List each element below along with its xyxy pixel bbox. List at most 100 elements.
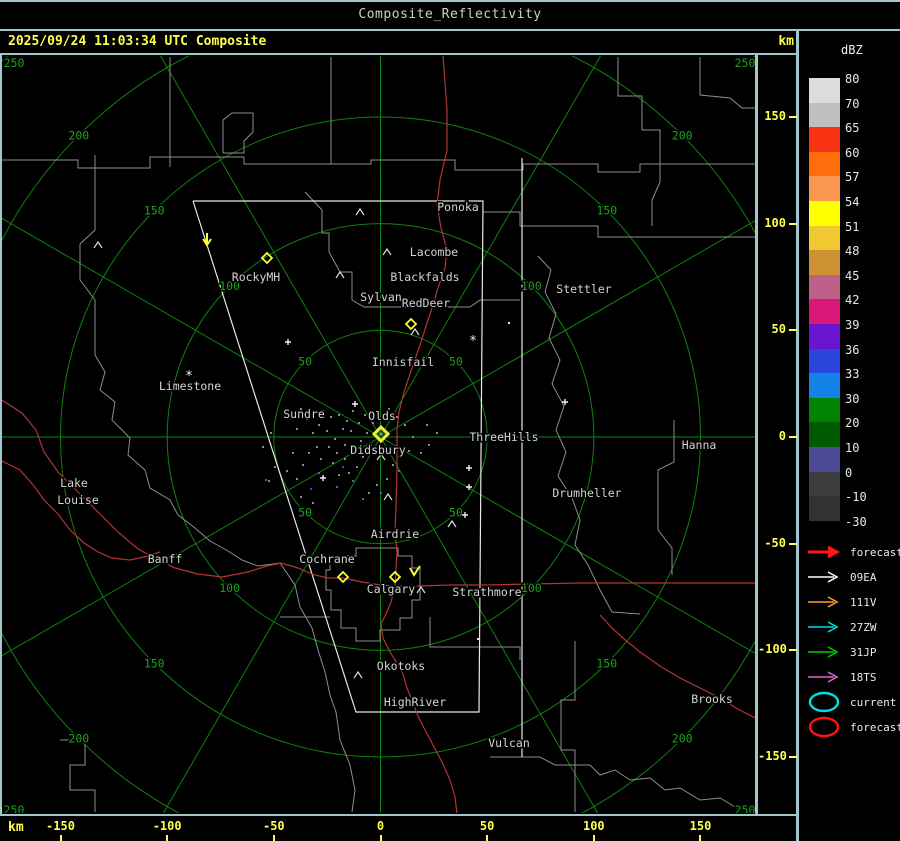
echo-dot [296,478,298,480]
echo-dot [316,446,318,448]
city-label: Stettler [556,282,611,296]
echo-dot [386,478,388,480]
county-boundary [79,155,96,355]
county-boundary [617,57,661,226]
radar-center-dot [379,432,383,436]
echo-dot [332,462,334,464]
echo-dot [348,472,350,474]
range-ring-label: 200 [672,128,693,142]
x-tick-mark [486,835,489,841]
y-tick-label: -100 [758,642,787,657]
y-tick-mark [789,649,797,652]
city-label: Banff [148,552,183,566]
range-ring-label: 50 [449,355,463,369]
plus-marker [466,465,472,471]
plus-marker [352,401,358,407]
colorbar-value-label: 0 [845,465,853,480]
colorbar-band [809,373,840,398]
legend-arrow-icon [808,621,839,633]
city-label: Vulcan [488,736,530,750]
range-ring-label: 250 [735,803,755,813]
y-tick-mark [789,542,797,545]
y-tick-mark [789,436,797,438]
caret-marker [93,240,103,249]
colorbar-value-label: 80 [845,72,860,86]
caret-marker [383,492,393,501]
legend-item: 31JP [806,643,877,661]
range-ring-label: 100 [521,279,542,293]
echo-dot [376,484,378,486]
colorbar-value-label: -30 [845,514,867,529]
county-boundary [222,112,254,154]
city-label: Hanna [682,438,717,452]
echo-dot [366,432,368,434]
echo-dot [302,464,304,466]
city-label: Didsbury [350,443,405,457]
echo-dot [426,424,428,426]
x-tick-mark [272,835,275,841]
echo-dot [344,458,346,460]
echo-dot [398,470,400,472]
echo-dot [508,322,510,324]
radar-map[interactable]: 5050505010010010010015015015015020020020… [2,56,755,813]
city-label: Olds [368,409,396,423]
legend-arrow-icon [808,545,841,559]
range-ring-label: 250 [735,56,755,70]
colorbar-value-label: 10 [845,441,860,455]
echo-dot [408,450,410,452]
x-tick-mark [592,835,595,841]
radial-line [2,217,381,438]
echo-dot [380,492,382,494]
colorbar-band [809,250,840,275]
radial-line [380,436,755,654]
echo-dot [342,428,344,430]
city-label: Blackfalds [390,270,459,284]
radial-line [2,436,381,657]
city-label: RedDeer [402,296,451,310]
echo-dot [342,466,344,468]
range-ring-label: 150 [596,204,617,218]
legend-item-label: 31JP [850,645,877,659]
county-boundary [560,641,576,812]
colorbar-value-label: 30 [845,391,860,406]
radar-site-marker [336,570,350,584]
echo-dot [338,414,340,416]
echo-dot [292,452,294,454]
colorbar-value-label: 48 [845,244,860,259]
colorbar-band [809,299,840,324]
caret-marker [382,247,392,256]
city-label: Lake [60,476,88,490]
city-label: Cochrane [299,552,354,566]
x-tick-label: -50 [262,819,285,833]
colorbar-legend-panel: dBZ 80 70 65 60 57 54 51 48 45 42 39 36 33 30 20 10 0 -10… [800,30,900,841]
x-axis: km -150 -100 -50 0 50 100 150 [0,815,798,841]
colorbar-band [809,127,840,152]
legend-ellipse-icon [808,691,840,713]
y-tick-mark [789,116,797,118]
range-ring-label: 150 [596,656,617,670]
county-boundary [429,617,521,660]
x-tick-mark [699,835,702,841]
echo-dot [364,414,366,416]
city-label: Ponoka [437,200,479,214]
city-label: Calgary [367,582,416,596]
legend-item: 09EA [806,568,877,586]
x-tick-label: 0 [376,819,385,833]
echo-dot [346,420,348,422]
echo-dot [328,446,330,448]
echo-dot [428,444,430,446]
legend-arrow-icon [808,596,839,608]
colorbar-band [809,151,840,177]
range-ring-label: 250 [4,56,25,70]
county-boundary [537,255,641,615]
city-label: Sylvan [360,290,402,304]
legend-arrow-icon [808,646,839,658]
colorbar-band [809,102,840,128]
colorbar-value-label: 54 [845,195,860,209]
legend-arrow-icon [808,571,839,583]
echo-dot [334,438,336,440]
legend-item: 111V [806,593,877,611]
range-ring-label: 150 [144,656,165,670]
plus-marker [285,339,291,345]
echo-dot [312,502,314,504]
